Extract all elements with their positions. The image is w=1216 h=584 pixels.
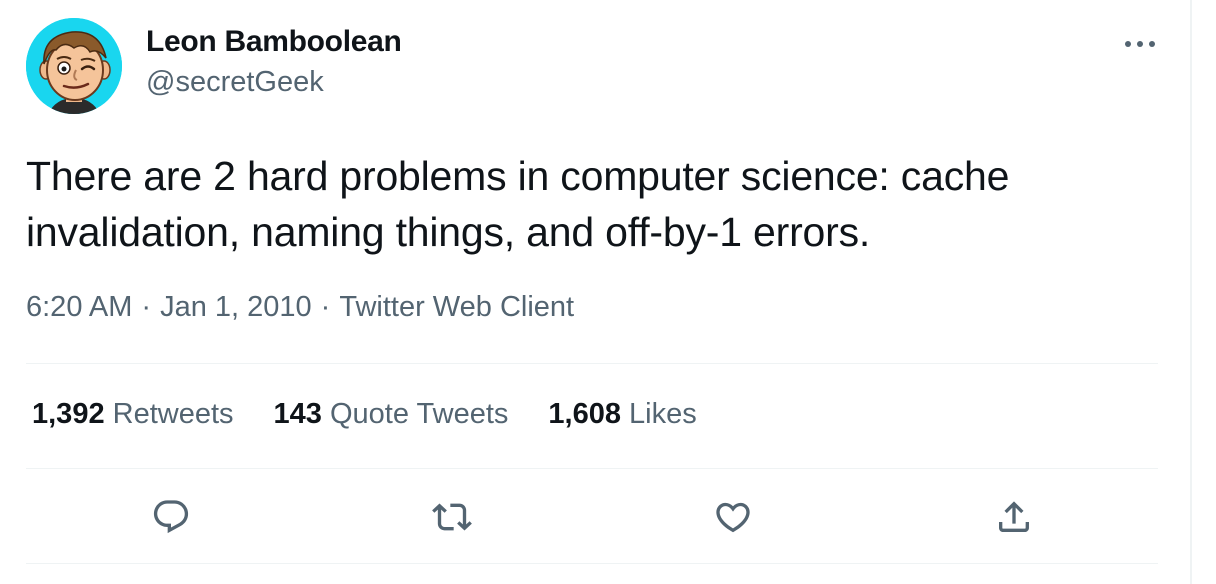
reply-icon	[153, 500, 189, 534]
likes-count: 1,608	[548, 398, 621, 430]
divider	[26, 363, 1158, 364]
retweet-icon	[432, 503, 472, 531]
author-handle[interactable]: @secretGeek	[146, 66, 324, 99]
meta-separator: ·	[320, 291, 331, 323]
tweet-stats: 1,392 Retweets 143 Quote Tweets 1,608 Li…	[32, 398, 737, 431]
avatar-cartoon-face-icon	[26, 18, 122, 114]
divider	[26, 468, 1158, 469]
avatar[interactable]	[26, 18, 122, 114]
tweet-metadata: 6:20 AM · Jan 1, 2010 · Twitter Web Client	[26, 291, 574, 324]
divider	[26, 563, 1158, 564]
more-options-button[interactable]	[1116, 26, 1164, 62]
meta-separator: ·	[141, 291, 152, 323]
retweets-count: 1,392	[32, 398, 105, 430]
author-display-name[interactable]: Leon Bamboolean	[146, 25, 402, 59]
tweet-time[interactable]: 6:20 AM	[26, 291, 132, 323]
quote-tweets-count: 143	[273, 398, 322, 430]
retweets-stat[interactable]: 1,392 Retweets	[32, 398, 234, 431]
tweet-text: There are 2 hard problems in computer sc…	[26, 153, 1010, 255]
tweet-date[interactable]: Jan 1, 2010	[160, 291, 312, 323]
tweet-source[interactable]: Twitter Web Client	[339, 291, 574, 323]
tweet-detail: Leon Bamboolean @secretGeek There are 2 …	[0, 0, 1190, 584]
quote-tweets-stat[interactable]: 143 Quote Tweets	[274, 398, 509, 431]
retweet-button[interactable]	[430, 495, 474, 539]
column-border	[1190, 0, 1216, 584]
likes-stat[interactable]: 1,608 Likes	[548, 398, 696, 431]
reply-button[interactable]	[149, 495, 193, 539]
likes-label: Likes	[629, 398, 697, 430]
share-button[interactable]	[992, 495, 1036, 539]
quote-tweets-label: Quote Tweets	[329, 398, 509, 430]
share-icon	[999, 501, 1029, 532]
retweets-label: Retweets	[112, 398, 234, 430]
like-button[interactable]	[711, 495, 755, 539]
more-horizontal-icon	[1125, 41, 1155, 47]
heart-icon	[716, 502, 750, 533]
